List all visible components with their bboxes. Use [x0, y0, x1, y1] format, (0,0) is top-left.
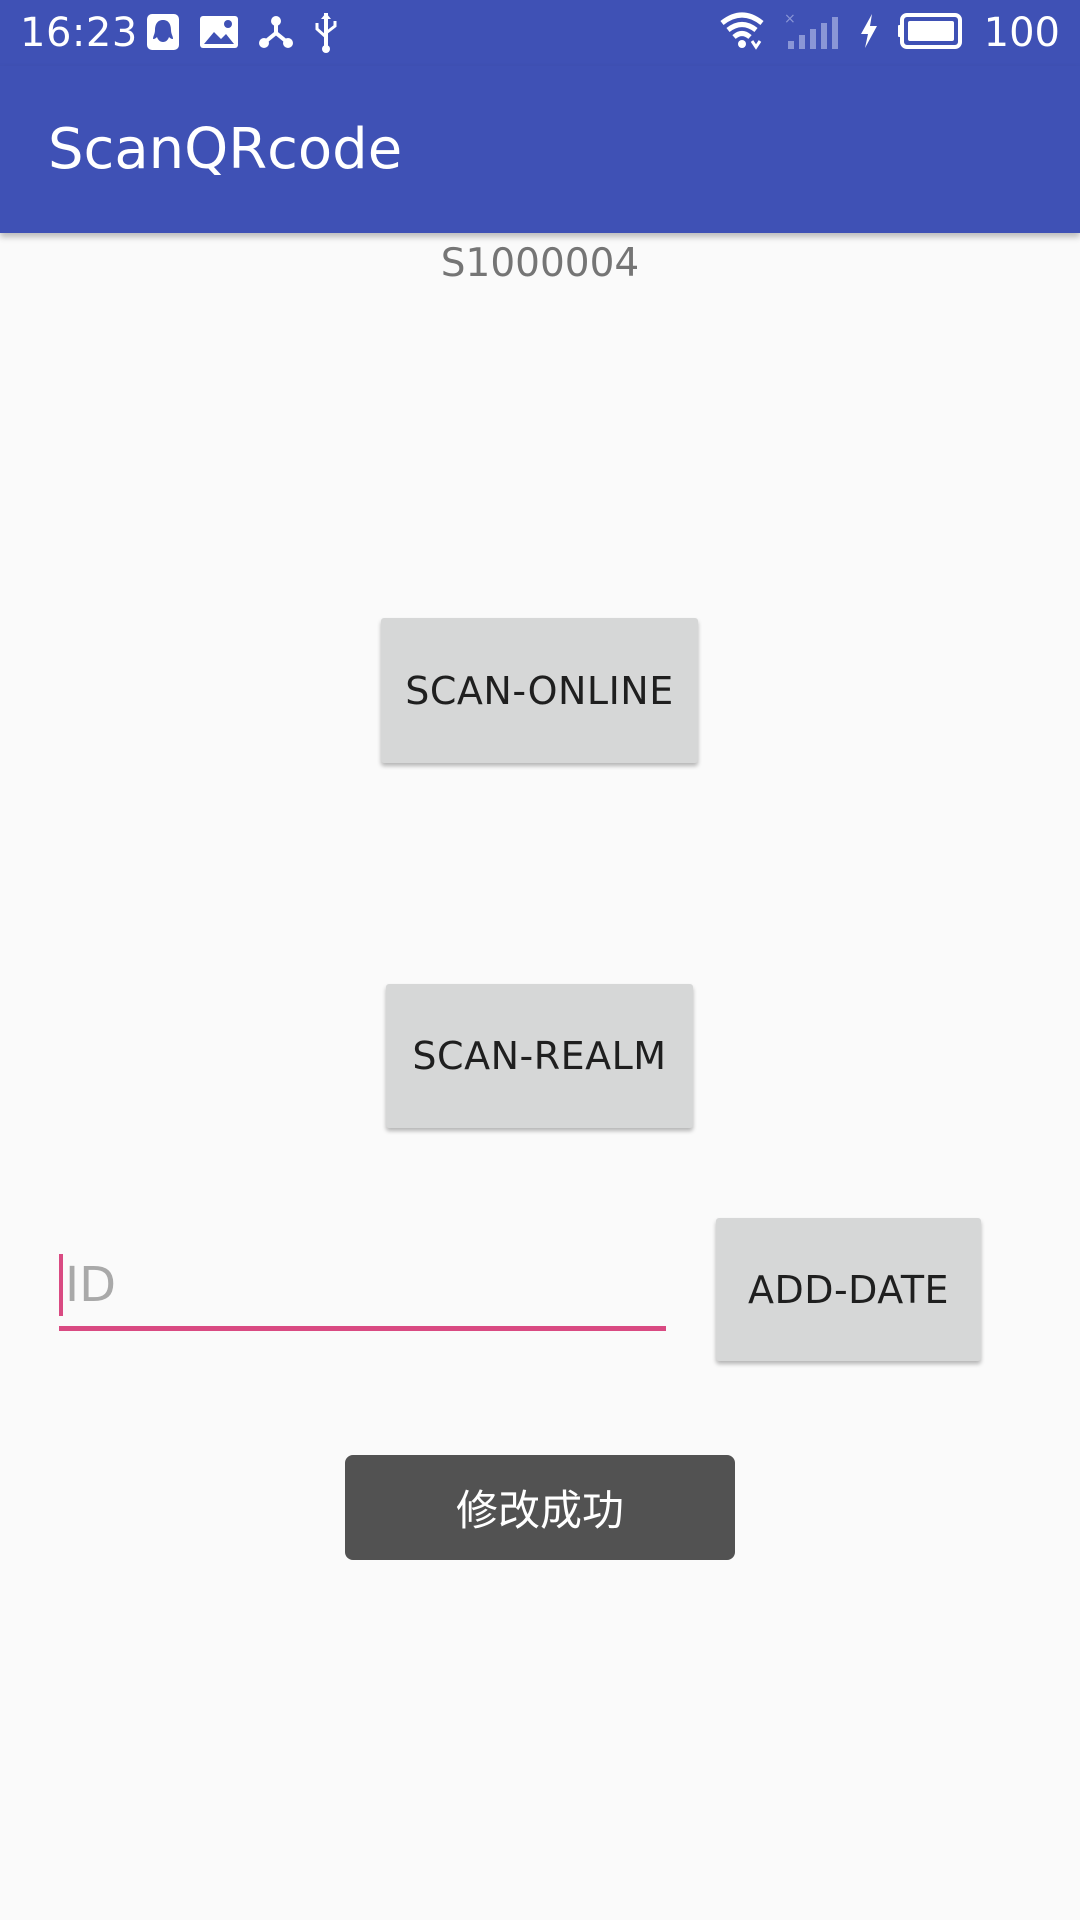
wifi-icon — [718, 11, 766, 55]
scanned-code-text: S1000004 — [440, 241, 640, 286]
battery-icon — [897, 13, 966, 53]
scan-online-button[interactable]: SCAN-ONLINE — [381, 618, 698, 763]
usb-icon — [313, 11, 339, 57]
image-icon — [199, 14, 239, 54]
add-date-button[interactable]: ADD-DATE — [716, 1218, 981, 1361]
system-icons: × 100 — [718, 8, 1060, 58]
text-cursor — [59, 1254, 63, 1316]
charging-icon — [858, 12, 880, 54]
status-bar: 16:23 × 100 — [0, 0, 1080, 66]
battery-percentage: 100 — [983, 10, 1060, 56]
status-time: 16:23 — [20, 10, 138, 56]
app-title: ScanQRcode — [48, 117, 403, 182]
scan-realm-button[interactable]: SCAN-REALM — [386, 984, 693, 1128]
qq-icon — [145, 12, 181, 56]
toast-message: 修改成功 — [345, 1455, 735, 1560]
signal-icon: × — [784, 11, 840, 55]
svg-text:×: × — [784, 11, 796, 27]
notification-icons — [145, 12, 339, 56]
id-input-underline — [59, 1326, 666, 1331]
app-bar: ScanQRcode — [0, 66, 1080, 233]
id-input[interactable]: ID — [59, 1250, 666, 1331]
share-icon — [257, 13, 295, 55]
id-input-placeholder: ID — [65, 1257, 117, 1313]
